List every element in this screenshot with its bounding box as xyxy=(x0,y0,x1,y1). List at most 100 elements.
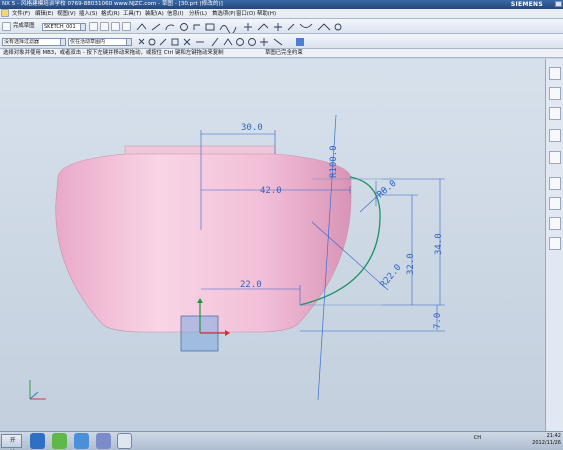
close-window-button[interactable] xyxy=(555,1,562,7)
orient-view-icon[interactable] xyxy=(89,22,98,31)
snap-point-tools[interactable] xyxy=(136,36,396,48)
intersection-icon xyxy=(223,38,233,46)
quick-extend-icon xyxy=(287,23,295,31)
shaded-view-icon xyxy=(296,38,304,46)
constraint-navigator-icon[interactable] xyxy=(549,107,561,120)
selection-scope-value: 仅在活动草图内 xyxy=(70,39,106,45)
cue-prompt: 选择对象并使用 MB3，或者双击 - 按下左键并移动来拖动，或按住 Ctrl 键… xyxy=(3,50,224,56)
system-tray: CH 21:42 2012/11/26 xyxy=(474,433,561,449)
dimension-32[interactable]: 32.0 xyxy=(406,253,416,275)
menu-tools[interactable]: 工具(T) xyxy=(123,10,141,18)
arc-center-icon xyxy=(236,38,244,46)
menu-file[interactable]: 文件(F) xyxy=(12,10,30,18)
menu-preferences[interactable]: 首选项(P) xyxy=(212,10,236,18)
status-line: 草图已完全约束 xyxy=(265,50,303,56)
chevron-down-icon[interactable] xyxy=(80,24,85,30)
menu-bar: 文件(F) 编辑(E) 视图(V) 插入(S) 格式(R) 工具(T) 装配(A… xyxy=(0,9,563,19)
menu-insert[interactable]: 插入(S) xyxy=(79,10,97,18)
circle-icon xyxy=(180,23,188,31)
start-label: 开始 xyxy=(10,438,16,444)
start-button[interactable]: 开始 xyxy=(1,434,22,448)
mirror-curve-icon xyxy=(334,23,342,31)
control-point-icon xyxy=(211,37,219,47)
model-view[interactable]: 30.0 R100.0 42.0 R8.0 34.0 32.0 R22.0 22… xyxy=(0,59,545,431)
line-icon xyxy=(151,23,161,31)
selection-scope-select[interactable]: 仅在活动草图内 xyxy=(68,38,132,46)
dimension-r8[interactable]: R8.0 xyxy=(376,179,399,201)
graphics-window[interactable]: 30.0 R100.0 42.0 R8.0 34.0 32.0 R22.0 22… xyxy=(0,59,545,431)
part-navigator-icon[interactable] xyxy=(549,67,561,80)
taskbar-app-icon[interactable] xyxy=(96,433,111,449)
menu-assemblies[interactable]: 装配(A) xyxy=(145,10,164,18)
derived-lines-icon xyxy=(317,23,331,31)
windows-taskbar: 开始 CH 21:42 2012/11/26 xyxy=(0,431,563,450)
chevron-down-icon[interactable] xyxy=(126,39,131,45)
sketch-toolbar: 完成草图 SKETCH_001 xyxy=(0,19,563,34)
dimension-7[interactable]: 7.0 xyxy=(433,313,443,329)
nx-app-icon[interactable] xyxy=(1,9,9,17)
triad-z-axis xyxy=(29,391,39,400)
type-filter-value: 没有选择过滤器 xyxy=(4,39,40,45)
delay-evaluation-icon[interactable] xyxy=(122,22,131,31)
studio-spline-icon xyxy=(219,25,237,33)
sketch-name-select[interactable]: SKETCH_001 xyxy=(42,23,86,31)
select-icon xyxy=(138,38,145,45)
menu-window[interactable]: 窗口(O) xyxy=(236,10,255,18)
menu-format[interactable]: 格式(R) xyxy=(101,10,120,18)
snap-icon xyxy=(171,38,179,46)
finish-sketch-icon[interactable] xyxy=(2,22,11,31)
dimension-r100[interactable]: R100.0 xyxy=(329,145,339,178)
quick-trim-icon xyxy=(274,23,282,31)
roles-icon[interactable] xyxy=(549,237,561,250)
dimension-22[interactable]: 22.0 xyxy=(240,280,262,290)
dimension-30[interactable]: 30.0 xyxy=(241,123,263,133)
window-title: NX 5 - 风格建模培训学校 0769-88031060 www.NJZC.c… xyxy=(2,1,223,7)
redo-icon xyxy=(159,38,167,46)
undo-icon xyxy=(148,38,156,46)
taskbar-nx-icon[interactable] xyxy=(117,433,132,449)
existing-point-icon xyxy=(260,38,268,46)
taskbar-app-icon[interactable] xyxy=(30,433,45,449)
resource-bar xyxy=(545,59,563,431)
menu-information[interactable]: 信息(I) xyxy=(167,10,184,18)
end-point-icon xyxy=(183,38,191,46)
menu-edit[interactable]: 编辑(E) xyxy=(35,10,53,18)
finish-sketch-button[interactable]: 完成草图 xyxy=(13,22,35,31)
dimension-42[interactable]: 42.0 xyxy=(260,186,282,196)
point-on-curve-icon xyxy=(273,38,283,46)
sketch-name-value: SKETCH_001 xyxy=(44,24,76,30)
clock-date: 2012/11/26 xyxy=(532,440,561,446)
taskbar-app-icon[interactable] xyxy=(74,433,89,449)
web-browser-icon[interactable] xyxy=(549,151,561,164)
dimension-34[interactable]: 34.0 xyxy=(434,233,444,255)
quadrant-point-icon xyxy=(248,38,256,46)
profile-icon xyxy=(136,23,147,31)
history-icon[interactable] xyxy=(549,177,561,190)
sketch-curve-tools[interactable] xyxy=(134,21,514,33)
cue-line: 选择对象并使用 MB3，或者双击 - 按下左键并移动来拖动，或按住 Ctrl 键… xyxy=(0,49,563,58)
selection-toolbar: 没有选择过滤器 仅在活动草图内 xyxy=(0,34,563,49)
rectangle-icon xyxy=(205,23,215,31)
clock-time: 21:42 xyxy=(546,433,561,439)
menu-analysis[interactable]: 分析(L) xyxy=(189,10,207,18)
update-model-icon[interactable] xyxy=(111,22,120,31)
taskbar-app-icon[interactable] xyxy=(52,433,67,449)
make-corner-icon xyxy=(299,23,313,28)
arc-icon xyxy=(165,24,175,31)
language-indicator[interactable]: CH xyxy=(474,435,481,442)
assembly-navigator-icon[interactable] xyxy=(549,87,561,100)
process-studio-icon[interactable] xyxy=(549,217,561,230)
offset-curve-icon xyxy=(257,23,269,31)
chevron-down-icon[interactable] xyxy=(60,39,65,45)
title-bar: NX 5 - 风格建模培训学校 0769-88031060 www.NJZC.c… xyxy=(0,0,563,9)
fillet-icon xyxy=(193,24,200,30)
siemens-logo: SIEMENS xyxy=(510,1,543,8)
cup-body[interactable] xyxy=(55,153,352,333)
reuse-library-icon[interactable] xyxy=(549,129,561,142)
type-filter-select[interactable]: 没有选择过滤器 xyxy=(2,38,66,46)
reattach-icon[interactable] xyxy=(100,22,109,31)
menu-help[interactable]: 帮助(H) xyxy=(257,10,276,18)
menu-view[interactable]: 视图(V) xyxy=(57,10,76,18)
system-materials-icon[interactable] xyxy=(549,197,561,210)
dimension-r22[interactable]: R22.0 xyxy=(379,263,404,290)
